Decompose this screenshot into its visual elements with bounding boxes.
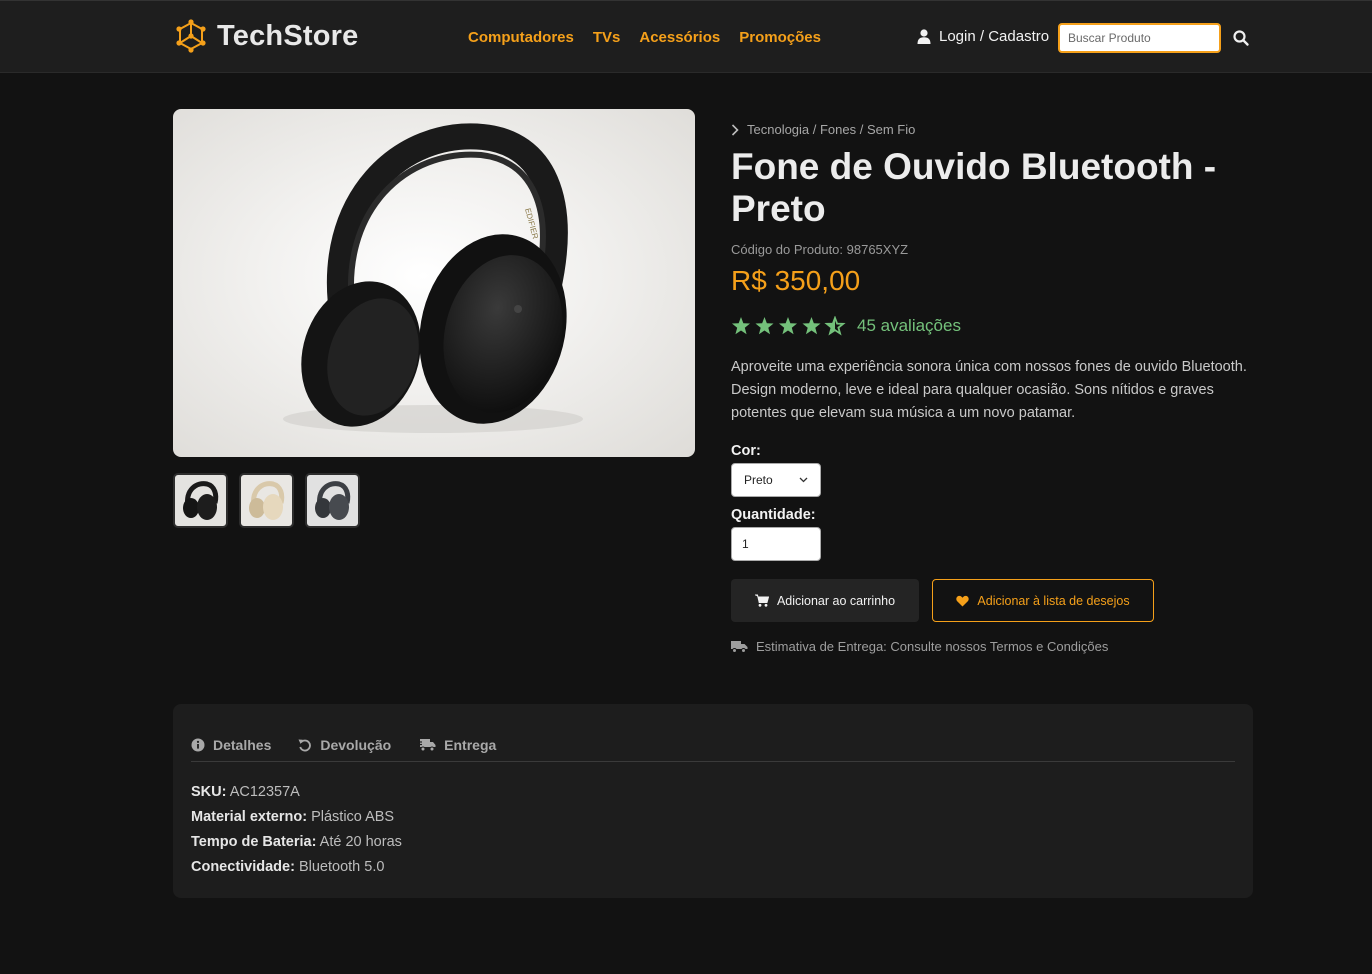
login-label: Login / Cadastro bbox=[939, 28, 1050, 45]
chevron-right-icon bbox=[731, 123, 739, 136]
spec-value: Até 20 horas bbox=[319, 834, 402, 850]
headphones-gray-thumb bbox=[315, 481, 351, 520]
shipping-fast-icon bbox=[418, 739, 436, 752]
spec-connectivity: Conectividade: Bluetooth 5.0 bbox=[191, 855, 402, 880]
nav-acessorios[interactable]: Acessórios bbox=[639, 29, 720, 46]
user-icon bbox=[917, 29, 931, 44]
headphones-cream-thumb bbox=[249, 481, 285, 520]
details-tabs: Detalhes Devolução Entrega bbox=[191, 735, 1235, 762]
color-select[interactable]: Preto bbox=[731, 463, 821, 497]
truck-icon bbox=[731, 641, 748, 653]
thumbnail-gray[interactable] bbox=[305, 473, 360, 528]
spec-battery: Tempo de Bateria: Até 20 horas bbox=[191, 830, 402, 855]
tab-devolucao[interactable]: Devolução bbox=[298, 735, 391, 755]
product-price: R$ 350,00 bbox=[731, 265, 861, 296]
star-full-icon bbox=[731, 317, 751, 335]
product-main-image[interactable]: EDIFIER bbox=[173, 109, 695, 457]
spec-label: SKU: bbox=[191, 784, 227, 800]
color-select-value: Preto bbox=[744, 473, 773, 487]
undo-icon bbox=[298, 739, 312, 752]
login-link[interactable]: Login / Cadastro bbox=[917, 28, 1049, 45]
main-nav: Computadores TVs Acessórios Promoções bbox=[468, 29, 821, 46]
spec-list: SKU: AC12357A Material externo: Plástico… bbox=[191, 780, 402, 880]
info-icon bbox=[191, 738, 205, 752]
spec-label: Material externo: bbox=[191, 809, 308, 825]
spec-value: AC12357A bbox=[229, 784, 300, 800]
delivery-estimate: Estimativa de Entrega: Consulte nossos T… bbox=[731, 639, 1108, 654]
thumbnail-cream[interactable] bbox=[239, 473, 294, 528]
tab-entrega-label: Entrega bbox=[444, 737, 497, 753]
spec-sku: SKU: AC12357A bbox=[191, 780, 402, 805]
search-input[interactable] bbox=[1058, 23, 1221, 53]
tab-detalhes[interactable]: Detalhes bbox=[191, 735, 271, 755]
spec-label: Conectividade: bbox=[191, 859, 295, 875]
add-to-cart-button[interactable]: Adicionar ao carrinho bbox=[731, 579, 919, 622]
star-full-icon bbox=[802, 317, 821, 335]
tab-devolucao-label: Devolução bbox=[320, 737, 392, 753]
breadcrumb: Tecnologia / Fones / Sem Fio bbox=[731, 122, 915, 137]
hexagon-cube-icon bbox=[176, 19, 206, 53]
quantity-label: Quantidade: bbox=[731, 507, 816, 523]
product-description: Aproveite uma experiência sonora única c… bbox=[731, 359, 1247, 421]
cart-icon bbox=[754, 594, 769, 607]
headphones-black-thumb bbox=[183, 481, 219, 520]
spec-material: Material externo: Plástico ABS bbox=[191, 805, 402, 830]
headphones-image: EDIFIER bbox=[283, 123, 583, 433]
add-to-wishlist-label: Adicionar à lista de desejos bbox=[977, 593, 1130, 608]
spec-value: Plástico ABS bbox=[311, 809, 395, 825]
product-code: Código do Produto: 98765XYZ bbox=[731, 242, 909, 257]
star-full-icon bbox=[778, 317, 798, 335]
quantity-input[interactable] bbox=[731, 527, 821, 561]
nav-tvs[interactable]: TVs bbox=[593, 29, 621, 46]
star-rating-icons bbox=[731, 316, 846, 336]
tab-detalhes-label: Detalhes bbox=[213, 737, 272, 753]
chevron-down-icon bbox=[799, 477, 808, 483]
star-full-icon bbox=[755, 317, 774, 335]
add-to-cart-label: Adicionar ao carrinho bbox=[776, 593, 896, 608]
add-to-wishlist-button[interactable]: Adicionar à lista de desejos bbox=[932, 579, 1154, 622]
thumbnail-list bbox=[173, 473, 360, 528]
svg-text:EDIFIER: EDIFIER bbox=[523, 207, 540, 240]
site-header: TechStore Computadores TVs Acessórios Pr… bbox=[0, 0, 1372, 73]
brand-logo[interactable]: TechStore bbox=[175, 19, 358, 53]
delivery-text[interactable]: Estimativa de Entrega: Consulte nossos T… bbox=[756, 639, 1108, 654]
product-title: Fone de Ouvido Bluetooth - Preto bbox=[731, 146, 1217, 229]
nav-computadores[interactable]: Computadores bbox=[468, 29, 574, 46]
breadcrumb-path[interactable]: Tecnologia / Fones / Sem Fio bbox=[747, 122, 915, 137]
reviews-count[interactable]: 45 avaliações bbox=[857, 316, 961, 336]
nav-promocoes[interactable]: Promoções bbox=[739, 29, 821, 46]
spec-label: Tempo de Bateria: bbox=[191, 834, 317, 850]
color-label: Cor: bbox=[731, 443, 761, 459]
search-icon[interactable] bbox=[1232, 29, 1250, 47]
rating: 45 avaliações bbox=[731, 316, 961, 336]
thumbnail-black[interactable] bbox=[173, 473, 228, 528]
heart-icon bbox=[956, 595, 970, 606]
brand-name: TechStore bbox=[217, 19, 359, 52]
details-panel: Detalhes Devolução Entrega SKU: AC12357A… bbox=[173, 704, 1253, 898]
tab-entrega[interactable]: Entrega bbox=[418, 735, 496, 755]
spec-value: Bluetooth 5.0 bbox=[298, 859, 385, 875]
